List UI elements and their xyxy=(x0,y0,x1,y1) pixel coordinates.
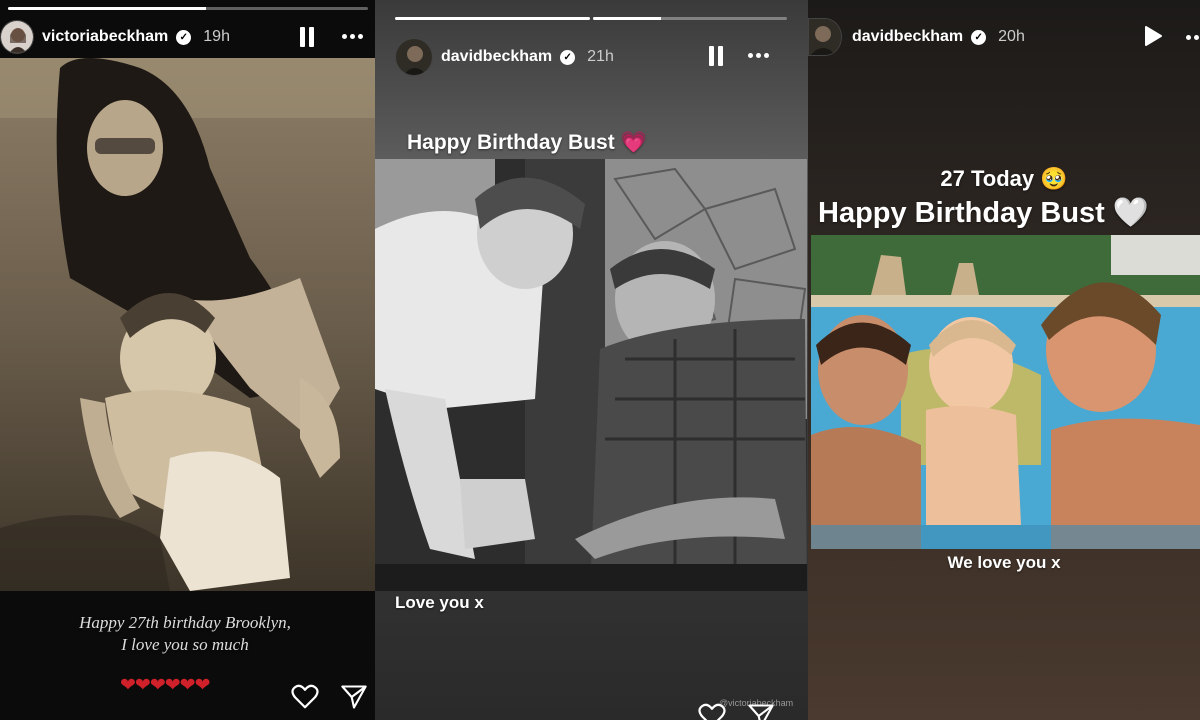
like-button[interactable] xyxy=(697,700,727,720)
avatar[interactable] xyxy=(395,38,433,76)
story-header: victoriabeckham ✓ 19h xyxy=(0,20,230,54)
story-photo xyxy=(375,159,807,591)
story-headline-1: 27 Today 🥹 xyxy=(940,166,1068,191)
more-options-button[interactable] xyxy=(748,53,769,58)
timestamp: 19h xyxy=(203,28,230,45)
story-davidbeckham-2[interactable]: davidbeckham ✓ 20h 27 Today 🥹 Happy Birt… xyxy=(808,0,1200,720)
story-caption: Love you x xyxy=(395,593,484,612)
heart-emojis: ❤❤❤❤❤❤ xyxy=(120,675,211,696)
story-header: davidbeckham ✓ 20h xyxy=(808,18,1025,56)
more-options-button[interactable] xyxy=(1186,35,1200,40)
pause-button[interactable] xyxy=(300,27,314,47)
share-button[interactable] xyxy=(340,683,370,713)
story-victoriabeckham[interactable]: victoriabeckham ✓ 19h Happy 27th birthda… xyxy=(0,0,375,720)
caption-line-2: I love you so much xyxy=(121,635,249,654)
story-header: davidbeckham ✓ 21h xyxy=(395,38,614,76)
username[interactable]: davidbeckham xyxy=(852,28,963,46)
play-button[interactable] xyxy=(1143,25,1165,49)
story-progress-bar xyxy=(8,7,368,10)
headline-text: Happy Birthday Bust xyxy=(407,131,615,154)
play-icon xyxy=(1145,26,1162,46)
story-headline: Happy Birthday Bust 💗 xyxy=(407,131,647,155)
timestamp: 21h xyxy=(587,48,614,65)
pause-button[interactable] xyxy=(709,46,723,66)
more-icon xyxy=(748,53,769,58)
story-caption: We love you x xyxy=(947,553,1061,572)
share-button[interactable] xyxy=(747,702,777,720)
story-progress-segment-1 xyxy=(395,17,590,20)
send-icon xyxy=(341,685,367,709)
verified-badge-icon: ✓ xyxy=(176,29,192,45)
story-headline-2: Happy Birthday Bust 🤍 xyxy=(818,197,1149,229)
username[interactable]: victoriabeckham xyxy=(42,28,168,46)
more-icon xyxy=(342,34,363,39)
story-photo xyxy=(0,58,375,591)
heart-outline-icon xyxy=(291,684,319,709)
story-progress-segment-2 xyxy=(593,17,787,20)
story-davidbeckham-1[interactable]: davidbeckham ✓ 21h Happy Birthday Bust 💗 xyxy=(375,0,808,720)
story-caption: Happy 27th birthday Brooklyn, I love you… xyxy=(0,612,370,656)
caption-line-1: Happy 27th birthday Brooklyn, xyxy=(79,613,291,632)
more-options-button[interactable] xyxy=(342,34,363,39)
timestamp: 20h xyxy=(998,28,1025,45)
avatar[interactable] xyxy=(0,20,34,54)
avatar[interactable] xyxy=(808,18,842,56)
username[interactable]: davidbeckham xyxy=(441,48,552,66)
verified-badge-icon: ✓ xyxy=(971,29,987,45)
pink-heart-icon: 💗 xyxy=(620,131,647,154)
like-button[interactable] xyxy=(290,681,320,711)
story-photo xyxy=(811,235,1200,549)
more-icon xyxy=(1186,35,1200,40)
verified-badge-icon: ✓ xyxy=(560,49,576,65)
pause-icon xyxy=(709,46,723,66)
send-icon xyxy=(748,704,774,720)
heart-outline-icon xyxy=(698,703,726,720)
pause-icon xyxy=(300,27,314,47)
